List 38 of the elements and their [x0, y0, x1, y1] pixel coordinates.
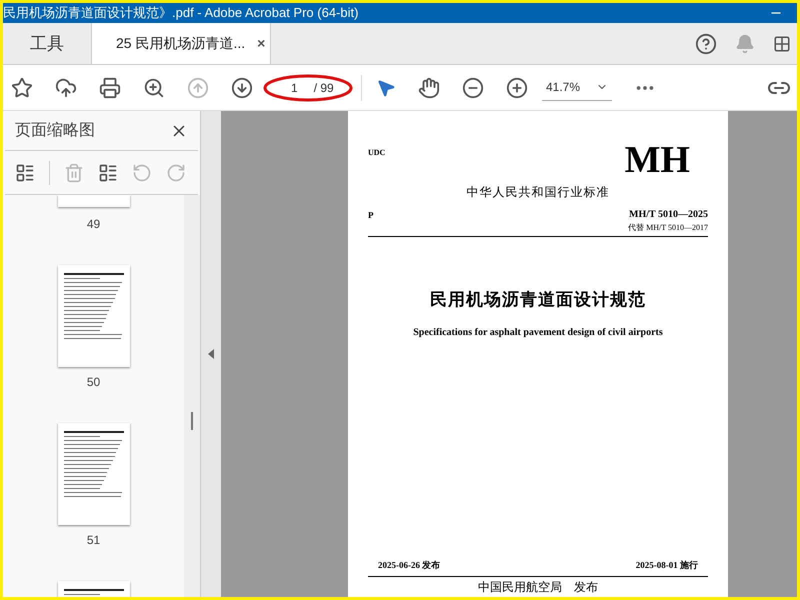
print-icon[interactable] — [99, 76, 121, 98]
page-total: / 99 — [314, 80, 334, 96]
pointer-icon[interactable] — [376, 78, 396, 98]
effective-date: 2025-08-01 施行 — [636, 558, 698, 572]
options-icon[interactable] — [15, 162, 35, 182]
panel-title: 页面缩略图 — [15, 120, 95, 140]
standard-type: 中华人民共和国行业标准 — [466, 184, 610, 201]
help-icon[interactable] — [695, 32, 717, 54]
page-thumbnail[interactable] — [58, 265, 130, 367]
collapse-arrow-icon[interactable] — [208, 349, 214, 359]
page-thumbnail[interactable] — [58, 423, 130, 525]
page-number-field[interactable]: 1 — [291, 78, 298, 96]
document-title: 民用机场沥青道面设计规范 — [429, 289, 647, 311]
standard-code: MH — [624, 141, 690, 179]
grid-icon[interactable] — [773, 34, 791, 52]
udc-label: UDC — [368, 147, 386, 159]
issue-date: 2025-06-26 发布 — [378, 558, 440, 572]
window-title: 民用机场沥青道面设计规范》.pdf - Adobe Acrobat Pro (64-bit) — [3, 4, 358, 22]
search-icon[interactable] — [143, 76, 165, 98]
star-icon[interactable] — [11, 76, 33, 98]
hand-icon[interactable] — [418, 76, 440, 98]
page-thumbnail[interactable] — [58, 195, 130, 207]
tab[interactable]: 25 民用机场沥青道... × — [91, 23, 271, 64]
replaces-note: 代替 MH/T 5010—2017 — [628, 222, 708, 234]
close-tab-button[interactable]: × — [257, 33, 266, 54]
page-number-label: 50 — [86, 374, 100, 391]
zoom-in-icon[interactable] — [506, 76, 528, 98]
class-mark: P — [368, 209, 374, 222]
document-subtitle: Specifications for asphalt pavement design of civil airports — [412, 326, 664, 340]
cloud-upload-icon[interactable] — [55, 76, 77, 98]
issuer: 中国民用航空局 发布 — [477, 580, 599, 594]
page-number-label: 51 — [86, 532, 100, 549]
zoom-out-icon[interactable] — [462, 76, 484, 98]
scrollbar-thumb[interactable] — [191, 412, 193, 430]
zoom-dropdown[interactable]: 41.7% — [542, 74, 612, 100]
standard-number: MH/T 5010—2025 — [629, 208, 708, 222]
next-page-icon[interactable] — [231, 76, 253, 98]
page-number-label: 49 — [86, 216, 100, 233]
